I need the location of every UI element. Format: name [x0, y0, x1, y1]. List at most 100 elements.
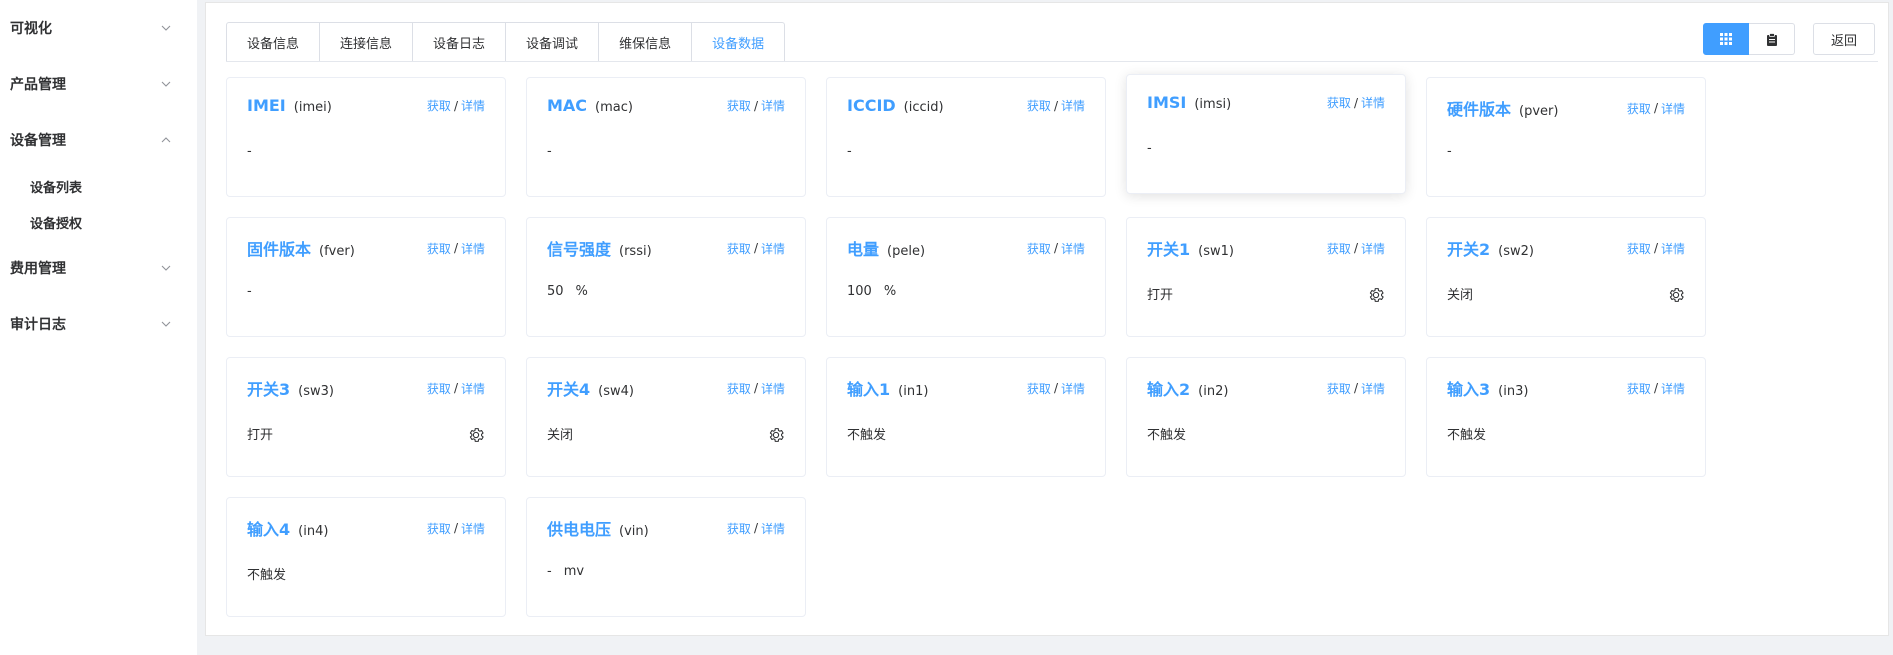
fetch-link[interactable]: 获取 — [427, 97, 451, 114]
fetch-link[interactable]: 获取 — [1027, 380, 1051, 397]
data-card: 固件版本 (fver) 获取 / 详情 - — [226, 217, 506, 337]
card-identifier: (sw1) — [1198, 244, 1234, 259]
card-title: 开关1 (sw1) — [1147, 236, 1234, 260]
card-header: 电量 (pele) 获取 / 详情 — [847, 236, 1085, 260]
detail-link[interactable]: 详情 — [1061, 240, 1085, 257]
card-name: 电量 — [847, 240, 880, 259]
card-title: 开关3 (sw3) — [247, 376, 334, 400]
detail-link[interactable]: 详情 — [1361, 380, 1385, 397]
submenu-item-device-list[interactable]: 设备列表 — [0, 168, 197, 204]
fetch-link[interactable]: 获取 — [1627, 380, 1651, 397]
detail-link[interactable]: 详情 — [1661, 100, 1685, 117]
card-title: 电量 (pele) — [847, 236, 925, 260]
data-card: 硬件版本 (pver) 获取 / 详情 - — [1426, 77, 1706, 197]
card-identifier: (in4) — [298, 524, 329, 539]
tab-connection-info[interactable]: 连接信息 — [320, 23, 414, 62]
card-actions: 获取 / 详情 — [427, 97, 485, 114]
card-title: 开关2 (sw2) — [1447, 236, 1534, 260]
card-header: 硬件版本 (pver) 获取 / 详情 — [1447, 96, 1685, 120]
card-header: 输入2 (in2) 获取 / 详情 — [1147, 376, 1385, 400]
back-button[interactable]: 返回 — [1813, 23, 1875, 55]
action-separator: / — [1353, 241, 1358, 255]
detail-link[interactable]: 详情 — [1661, 380, 1685, 397]
card-identifier: (sw2) — [1498, 244, 1534, 259]
fetch-link[interactable]: 获取 — [427, 520, 451, 537]
detail-link[interactable]: 详情 — [1061, 97, 1085, 114]
value-text: 不触发 — [1147, 428, 1187, 443]
card-identifier: (sw4) — [598, 384, 634, 399]
card-title: 输入1 (in1) — [847, 376, 928, 400]
action-separator: / — [753, 98, 758, 113]
card-actions: 获取 / 详情 — [1627, 380, 1685, 397]
menu-item-billing-management[interactable]: 费用管理 — [0, 240, 197, 296]
card-value: 不触发 — [1447, 424, 1486, 443]
tab-maintenance-info[interactable]: 维保信息 — [599, 23, 693, 62]
value-text: - — [1447, 144, 1452, 159]
fetch-link[interactable]: 获取 — [727, 520, 751, 537]
tab-device-data[interactable]: 设备数据 — [692, 23, 784, 62]
data-card: 开关1 (sw1) 获取 / 详情 打开 — [1126, 217, 1406, 337]
tab-device-debug[interactable]: 设备调试 — [506, 23, 600, 62]
grid-icon — [1720, 33, 1732, 45]
fetch-link[interactable]: 获取 — [1027, 97, 1051, 114]
menu-item-visualization[interactable]: 可视化 — [0, 0, 197, 56]
gear-icon[interactable] — [467, 426, 485, 444]
card-header: 输入1 (in1) 获取 / 详情 — [847, 376, 1085, 400]
card-value: - — [1147, 141, 1152, 156]
detail-link[interactable]: 详情 — [1061, 380, 1085, 397]
gear-icon[interactable] — [767, 426, 785, 444]
value-text: 不触发 — [1447, 428, 1487, 443]
detail-link[interactable]: 详情 — [461, 240, 485, 257]
tab-device-info[interactable]: 设备信息 — [227, 23, 321, 62]
menu-item-audit-log[interactable]: 审计日志 — [0, 296, 197, 352]
card-actions: 获取 / 详情 — [1327, 380, 1385, 397]
detail-link[interactable]: 详情 — [761, 97, 785, 114]
detail-link[interactable]: 详情 — [1361, 94, 1385, 111]
card-actions: 获取 / 详情 — [427, 520, 485, 537]
action-separator: / — [753, 241, 758, 255]
gear-icon[interactable] — [1667, 286, 1685, 304]
fetch-link[interactable]: 获取 — [1327, 94, 1351, 111]
menu-item-device-management[interactable]: 设备管理 — [0, 112, 197, 168]
card-header: 开关4 (sw4) 获取 / 详情 — [547, 376, 785, 400]
submenu-item-device-authorization[interactable]: 设备授权 — [0, 204, 197, 240]
tab-device-log[interactable]: 设备日志 — [413, 23, 507, 62]
fetch-link[interactable]: 获取 — [1627, 100, 1651, 117]
detail-link[interactable]: 详情 — [461, 380, 485, 397]
value-text: 50 — [547, 284, 564, 299]
detail-link[interactable]: 详情 — [761, 380, 785, 397]
fetch-link[interactable]: 获取 — [1627, 240, 1651, 257]
action-separator: / — [1353, 95, 1358, 110]
detail-link[interactable]: 详情 — [461, 97, 485, 114]
fetch-link[interactable]: 获取 — [1327, 240, 1351, 257]
detail-link[interactable]: 详情 — [761, 240, 785, 257]
card-actions: 获取 / 详情 — [727, 380, 785, 397]
card-identifier: (imei) — [293, 100, 332, 115]
fetch-link[interactable]: 获取 — [727, 240, 751, 257]
action-separator: / — [1053, 241, 1058, 255]
card-header: 开关1 (sw1) 获取 / 详情 — [1147, 236, 1385, 260]
fetch-link[interactable]: 获取 — [1327, 380, 1351, 397]
detail-link[interactable]: 详情 — [461, 520, 485, 537]
list-view-button[interactable] — [1749, 23, 1795, 55]
card-actions: 获取 / 详情 — [1327, 94, 1385, 111]
value-unit: mv — [563, 564, 585, 579]
fetch-link[interactable]: 获取 — [727, 97, 751, 114]
gear-icon[interactable] — [1367, 286, 1385, 304]
detail-link[interactable]: 详情 — [1361, 240, 1385, 257]
grid-view-button[interactable] — [1703, 23, 1749, 55]
detail-link[interactable]: 详情 — [761, 520, 785, 537]
action-separator: / — [1653, 101, 1658, 115]
card-value: 100% — [847, 284, 896, 299]
menu-item-product-management[interactable]: 产品管理 — [0, 56, 197, 112]
card-title: IMEI (imei) — [247, 96, 332, 115]
card-title: 硬件版本 (pver) — [1447, 96, 1558, 120]
fetch-link[interactable]: 获取 — [427, 240, 451, 257]
card-name: 固件版本 — [247, 240, 312, 259]
card-actions: 获取 / 详情 — [1627, 100, 1685, 117]
fetch-link[interactable]: 获取 — [1027, 240, 1051, 257]
fetch-link[interactable]: 获取 — [727, 380, 751, 397]
card-name: IMSI — [1147, 93, 1187, 112]
fetch-link[interactable]: 获取 — [427, 380, 451, 397]
detail-link[interactable]: 详情 — [1661, 240, 1685, 257]
